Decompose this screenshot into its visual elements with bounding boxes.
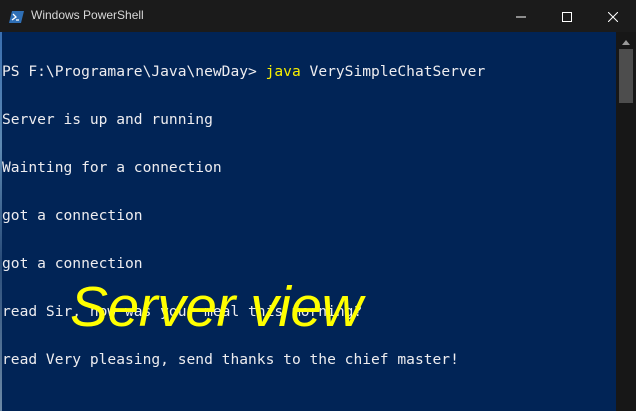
close-button[interactable] <box>590 0 636 32</box>
minimize-icon <box>516 7 526 26</box>
command-line: PS F:\Programare\Java\newDay> java VeryS… <box>2 64 616 80</box>
window-title: Windows PowerShell <box>31 8 144 22</box>
output-line: got a connection <box>2 255 143 272</box>
command-args: VerySimpleChatServer <box>300 63 486 80</box>
output-line: got a connection <box>2 207 143 224</box>
maximize-button[interactable] <box>544 0 590 32</box>
scroll-up-button[interactable] <box>616 32 636 49</box>
chevron-up-icon <box>622 32 630 50</box>
output-line: Wainting for a connection <box>2 159 222 176</box>
title-bar[interactable]: Windows PowerShell <box>0 0 636 32</box>
output-line: read Very pleasing, send thanks to the c… <box>2 351 459 368</box>
prompt: PS F:\Programare\Java\newDay> <box>2 63 266 80</box>
server-view-caption: Server view <box>70 275 363 339</box>
powershell-icon <box>9 9 24 23</box>
maximize-icon <box>562 7 572 26</box>
scroll-thumb[interactable] <box>619 49 633 103</box>
powershell-window: Windows PowerShell PS F:\Programare\Java… <box>0 0 636 411</box>
command-name: java <box>265 63 301 80</box>
close-icon <box>607 7 619 26</box>
output-line: Server is up and running <box>2 111 213 128</box>
vertical-scrollbar[interactable] <box>616 32 636 411</box>
minimize-button[interactable] <box>498 0 544 32</box>
console-output[interactable]: PS F:\Programare\Java\newDay> java VeryS… <box>2 32 616 411</box>
